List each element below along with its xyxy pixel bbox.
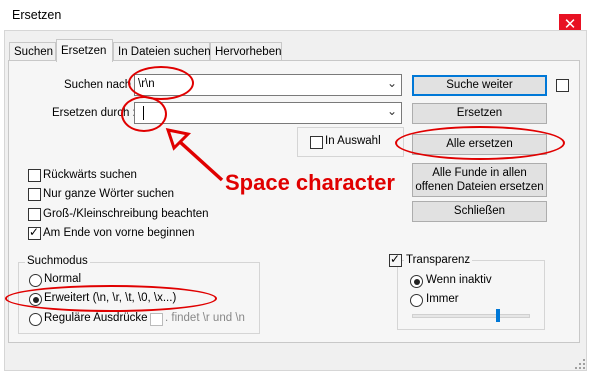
option-checkbox[interactable]: [28, 169, 41, 182]
chevron-down-icon[interactable]: ⌄: [387, 104, 397, 118]
annotation-oval-replace-all: [395, 126, 565, 160]
find-label: Suchen nach :: [64, 79, 138, 91]
replace-input[interactable]: ⌄: [134, 102, 402, 124]
transparency-slider-track[interactable]: [412, 309, 530, 322]
in-selection-checkbox[interactable]: [310, 136, 323, 149]
tab-ersetzen[interactable]: Ersetzen: [56, 39, 113, 62]
mode-normal-radio[interactable]: [29, 274, 42, 287]
chevron-down-icon[interactable]: ⌄: [387, 76, 397, 90]
in-selection-label: In Auswahl: [325, 135, 381, 147]
tab-in-dateien-suchen[interactable]: In Dateien suchen: [113, 42, 211, 61]
transparency-label: Transparenz: [404, 254, 473, 266]
annotation-arrow-icon: [165, 128, 224, 182]
annotation-oval-find: [128, 66, 194, 100]
mode-regex-label: Reguläre Ausdrücke: [44, 312, 148, 324]
annotation-oval-extended: [5, 285, 217, 312]
dot-newline-label: . findet \r und \n: [165, 312, 245, 324]
option-label: Groß-/Kleinschreibung beachten: [43, 208, 209, 220]
always-radio[interactable]: [410, 294, 423, 307]
when-inactive-label: Wenn inaktiv: [426, 274, 492, 286]
transparency-slider-thumb[interactable]: [495, 309, 500, 322]
option-checkbox[interactable]: [28, 188, 41, 201]
option-label: Am Ende von vorne beginnen: [43, 227, 195, 239]
option-checkbox-checked[interactable]: [28, 225, 41, 240]
when-inactive-radio[interactable]: [410, 275, 423, 288]
replace-all-open-files-button[interactable]: Alle Funde in allen offenen Dateien erse…: [412, 163, 547, 197]
find-next-button[interactable]: Suche weiter: [412, 75, 547, 96]
search-mode-legend: Suchmodus: [25, 255, 90, 267]
transparency-checkbox[interactable]: [389, 252, 402, 267]
close-button[interactable]: Schließen: [412, 201, 547, 222]
mode-regex-radio[interactable]: [29, 313, 42, 326]
dot-newline-checkbox[interactable]: [150, 313, 163, 326]
option-label: Rückwärts suchen: [43, 169, 137, 181]
extra-checkbox[interactable]: [556, 79, 569, 92]
option-label: Nur ganze Wörter suchen: [43, 188, 175, 200]
tab-hervorheben[interactable]: Hervorheben: [210, 42, 282, 61]
always-label: Immer: [426, 293, 459, 305]
replace-button[interactable]: Ersetzen: [412, 103, 547, 124]
tab-suchen[interactable]: Suchen: [9, 42, 56, 61]
annotation-text: Space character: [225, 170, 395, 195]
mode-normal-label: Normal: [44, 273, 82, 285]
window-title: Ersetzen: [12, 8, 62, 22]
resize-grip-icon[interactable]: [574, 358, 586, 370]
title-bar: [0, 0, 591, 30]
option-checkbox[interactable]: [28, 208, 41, 221]
